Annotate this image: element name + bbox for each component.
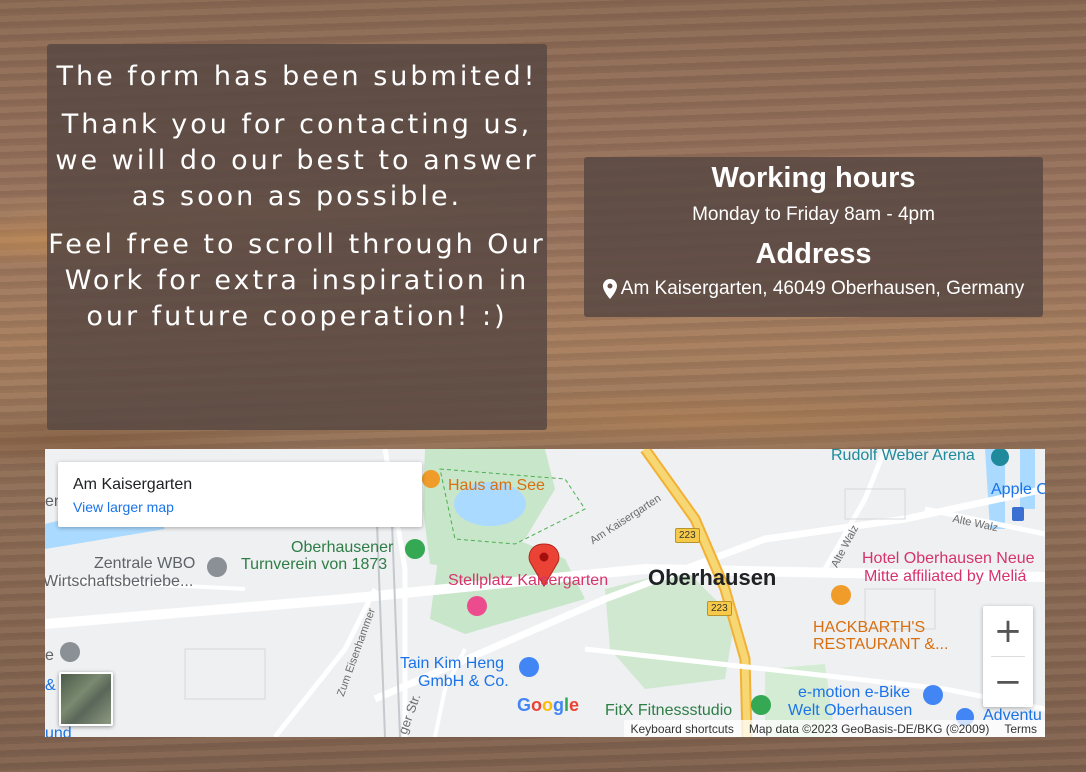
address-text: Am Kaisergarten, 46049 Oberhausen, Germa… <box>620 278 1025 299</box>
form-submitted-message-panel: The form has been submited! Thank you fo… <box>47 44 547 430</box>
google-map-embed[interactable]: Rudolf Weber Arena Apple C Haus am See O… <box>45 449 1045 737</box>
map-label-turnverein[interactable]: Turnverein von 1873 <box>241 556 387 574</box>
map-label-oberhausener[interactable]: Oberhausener <box>291 539 393 557</box>
address-title: Address <box>755 238 872 270</box>
keyboard-shortcuts-link[interactable]: Keyboard shortcuts <box>630 722 733 736</box>
place-title: Am Kaisergarten <box>73 476 193 493</box>
map-label-zentrale-wbo[interactable]: Zentrale WBO <box>94 555 195 573</box>
terms-link[interactable]: Terms <box>1004 722 1037 736</box>
map-label-tain-line1[interactable]: Tain Kim Heng <box>400 655 504 673</box>
map-label-hotel-line1[interactable]: Hotel Oberhausen Neue <box>862 550 1035 568</box>
map-marker-icon <box>602 279 617 299</box>
zoom-control: + − <box>983 606 1033 707</box>
map-label-left-e: e <box>45 647 54 664</box>
thank-you-text: Thank you for contacting us, we will do … <box>55 109 539 212</box>
zoom-out-button[interactable]: − <box>983 657 1033 707</box>
map-label-apple[interactable]: Apple C <box>991 481 1045 499</box>
map-label-city: Oberhausen <box>648 565 777 590</box>
map-label-hackbarth-line2[interactable]: RESTAURANT &... <box>813 636 948 654</box>
submitted-heading: The form has been submited! <box>56 61 538 92</box>
map-place-card: Am Kaisergarten View larger map <box>58 462 422 527</box>
scroll-invite-text: Feel free to scroll through Our Work for… <box>48 229 546 332</box>
road-shield-223-top: 223 <box>675 528 700 543</box>
map-label-haus-am-see[interactable]: Haus am See <box>448 477 545 495</box>
map-label-ebike-line1[interactable]: e-motion e-Bike <box>798 684 910 702</box>
map-label-stellplatz[interactable]: Stellplatz Kaisergarten <box>448 572 608 590</box>
map-label-left-amp: & <box>45 677 56 694</box>
map-label-tain-line2[interactable]: GmbH & Co. <box>418 673 509 691</box>
road-shield-223-bottom: 223 <box>707 601 732 616</box>
map-label-hotel-line2[interactable]: Mitte affiliated by Meliá <box>864 568 1026 586</box>
map-label-ebike-line2[interactable]: Welt Oberhausen <box>788 702 912 720</box>
contact-info-panel: Working hours Monday to Friday 8am - 4pm… <box>584 157 1043 317</box>
map-data-text: Map data ©2023 GeoBasis-DE/BKG (©2009) <box>748 721 990 736</box>
working-hours-title: Working hours <box>711 162 916 194</box>
map-label-left-und: und <box>45 725 72 737</box>
map-label-hackbarth-line1[interactable]: HACKBARTH'S <box>813 619 925 637</box>
map-label-wirtschaftsbetriebe[interactable]: Wirtschaftsbetriebe... <box>45 573 193 591</box>
satellite-toggle[interactable] <box>59 672 113 726</box>
map-attribution-bar: Keyboard shortcuts Map data ©2023 GeoBas… <box>624 720 1045 737</box>
address-line: Am Kaisergarten, 46049 Oberhausen, Germa… <box>584 277 1043 301</box>
view-larger-map-link[interactable]: View larger map <box>73 499 174 515</box>
zoom-in-button[interactable]: + <box>983 606 1033 656</box>
google-logo: Google <box>517 695 580 715</box>
working-hours-text: Monday to Friday 8am - 4pm <box>692 204 935 225</box>
map-label-rudolf-weber-arena[interactable]: Rudolf Weber Arena <box>831 449 975 465</box>
map-label-fitx[interactable]: FitX Fitnessstudio <box>605 702 732 720</box>
